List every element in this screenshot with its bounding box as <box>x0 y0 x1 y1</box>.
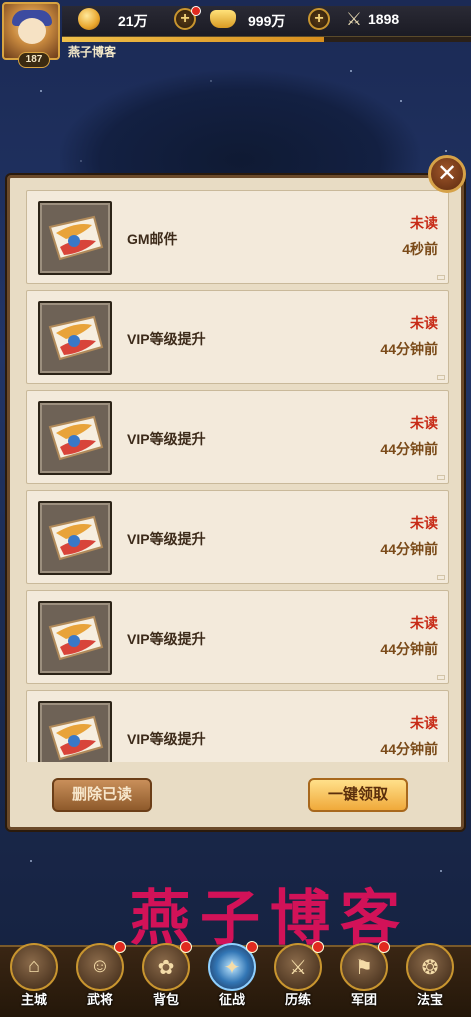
nav-label: 武将 <box>86 992 113 1007</box>
row-corner-ornament <box>437 275 445 280</box>
mail-title: GM邮件 <box>127 231 178 247</box>
mail-title: VIP等级提升 <box>127 331 206 347</box>
delete-read-button[interactable]: 删除已读 <box>52 778 152 812</box>
mail-title: VIP等级提升 <box>127 431 206 447</box>
notification-dot <box>191 6 201 16</box>
nav-label: 背包 <box>152 992 179 1007</box>
mail-status: 未读 <box>410 315 438 331</box>
mail-icon-frame <box>38 201 112 275</box>
mail-icon-frame <box>38 501 112 575</box>
top-bar: 187 21万 + 999万 + ⚔ 1898 燕子博客 <box>0 0 471 68</box>
coin-icon <box>78 8 100 30</box>
mail-item[interactable]: GM邮件 未读 4秒前 <box>26 190 449 284</box>
mail-time: 44分钟前 <box>380 741 438 757</box>
mail-time: 44分钟前 <box>380 341 438 357</box>
player-name: 燕子博客 <box>68 45 117 59</box>
exp-bar <box>62 37 471 42</box>
nav-glyph: ❂ <box>421 957 439 979</box>
avatar-face <box>18 18 46 44</box>
nav-glyph: ⚔ <box>289 957 307 979</box>
mail-title: VIP等级提升 <box>127 631 206 647</box>
power-value: 1898 <box>368 11 400 27</box>
notification-dot <box>378 941 390 953</box>
mail-title: VIP等级提升 <box>127 731 206 747</box>
mail-status: 未读 <box>410 615 438 631</box>
notification-dot <box>180 941 192 953</box>
nav-label: 征战 <box>218 992 245 1007</box>
add-gold-button[interactable]: + <box>308 8 330 30</box>
nav-glyph: ⚑ <box>355 957 373 979</box>
mail-item[interactable]: VIP等级提升 未读 44分钟前 <box>26 290 449 384</box>
mail-icon-frame <box>38 701 112 762</box>
close-icon: ✕ <box>436 160 458 187</box>
mail-status: 未读 <box>410 415 438 431</box>
row-corner-ornament <box>437 475 445 480</box>
mail-time: 44分钟前 <box>380 641 438 657</box>
mail-icon-frame <box>38 401 112 475</box>
coin-value: 21万 <box>118 13 148 29</box>
nav-item-treasure[interactable]: ❂ 法宝 <box>400 935 460 1015</box>
nav-item-backpack[interactable]: ✿ 背包 <box>136 935 196 1015</box>
level-badge: 187 <box>18 52 50 68</box>
mail-time: 4秒前 <box>402 241 438 257</box>
mail-status: 未读 <box>410 215 438 231</box>
crossed-swords-icon: ⚔ <box>345 9 363 29</box>
nav-glyph: ☺ <box>89 955 111 977</box>
row-corner-ornament <box>437 575 445 580</box>
bottom-nav: ⌂ 主城 ☺ 武将 ✿ 背包 ✦ 征战 ⚔ 历练 ⚑ 军团 ❂ 法宝 <box>0 941 471 1017</box>
notification-dot <box>312 941 324 953</box>
nav-label: 主城 <box>20 992 47 1007</box>
nav-label: 军团 <box>350 992 377 1007</box>
mail-icon-frame <box>38 301 112 375</box>
mail-time: 44分钟前 <box>380 441 438 457</box>
nav-glyph: ✦ <box>223 957 241 979</box>
nav-glyph: ⌂ <box>27 955 41 977</box>
nav-item-legion[interactable]: ⚑ 军团 <box>334 935 394 1015</box>
nav-item-generals[interactable]: ☺ 武将 <box>70 935 130 1015</box>
gold-ingot-icon <box>210 10 236 28</box>
mail-status: 未读 <box>410 715 438 731</box>
mail-title: VIP等级提升 <box>127 531 206 547</box>
row-corner-ornament <box>437 375 445 380</box>
mail-item[interactable]: VIP等级提升 未读 44分钟前 <box>26 690 449 762</box>
close-button[interactable]: ✕ <box>428 155 466 193</box>
mail-panel: GM邮件 未读 4秒前 VIP等级提升 未读 44分钟前 VIP等级提升 未读 44分钟前 VIP… <box>7 175 464 830</box>
mail-list[interactable]: GM邮件 未读 4秒前 VIP等级提升 未读 44分钟前 VIP等级提升 未读 44分钟前 VIP… <box>26 190 449 762</box>
nav-item-training[interactable]: ⚔ 历练 <box>268 935 328 1015</box>
notification-dot <box>114 941 126 953</box>
mail-icon-frame <box>38 601 112 675</box>
exp-bar-fill <box>62 37 324 42</box>
gold-value: 999万 <box>248 13 286 29</box>
mail-item[interactable]: VIP等级提升 未读 44分钟前 <box>26 490 449 584</box>
nav-label: 历练 <box>284 992 311 1007</box>
mail-item[interactable]: VIP等级提升 未读 44分钟前 <box>26 590 449 684</box>
notification-dot <box>246 941 258 953</box>
row-corner-ornament <box>437 675 445 680</box>
nav-item-campaign[interactable]: ✦ 征战 <box>202 935 262 1015</box>
nav-glyph: ✿ <box>157 957 175 979</box>
nav-item-main-city[interactable]: ⌂ 主城 <box>4 935 64 1015</box>
mail-status: 未读 <box>410 515 438 531</box>
mail-item[interactable]: VIP等级提升 未读 44分钟前 <box>26 390 449 484</box>
nav-label: 法宝 <box>416 992 443 1007</box>
mail-time: 44分钟前 <box>380 541 438 557</box>
claim-all-button[interactable]: 一键领取 <box>308 778 408 812</box>
